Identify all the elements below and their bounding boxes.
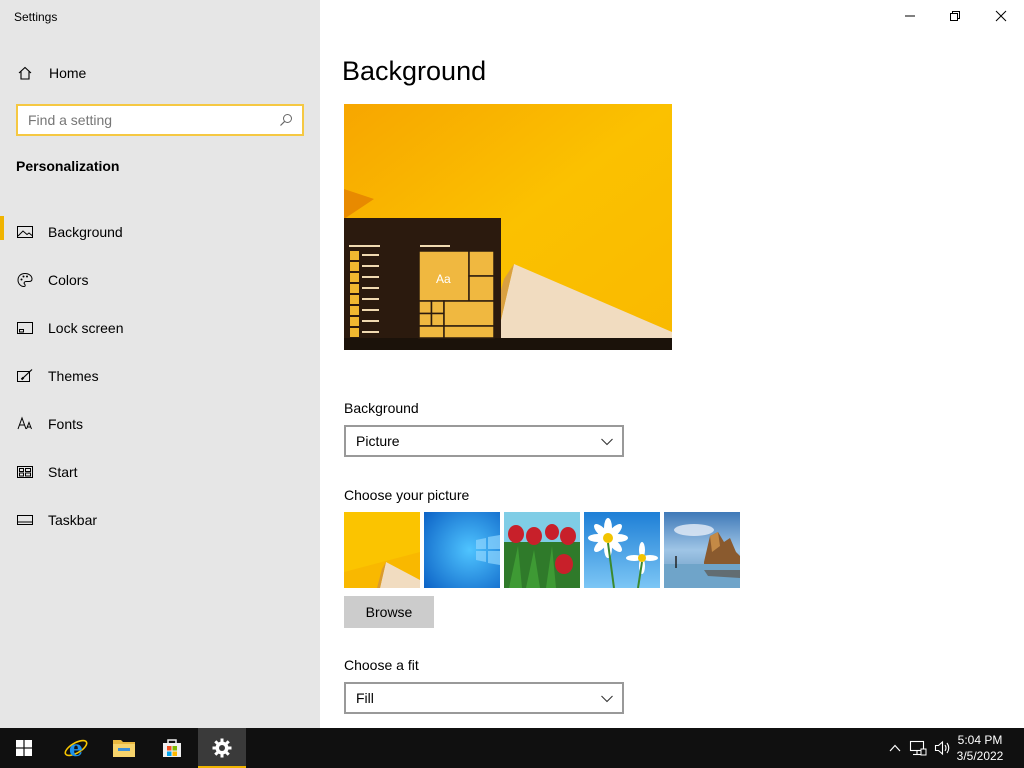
sidebar-item-label: Colors (48, 272, 89, 288)
taskbar-file-explorer[interactable] (100, 728, 148, 768)
clock-date: 3/5/2022 (956, 749, 1004, 763)
background-preview: Aa (344, 104, 672, 350)
browse-button[interactable]: Browse (344, 596, 434, 628)
taskbar-internet-explorer[interactable]: e (52, 728, 100, 768)
sidebar-item-fonts[interactable]: Fonts (0, 400, 320, 448)
close-icon (995, 10, 1007, 22)
start-icon (17, 464, 33, 480)
fonts-icon (17, 416, 33, 432)
background-label: Background (344, 400, 419, 416)
svg-text:e: e (69, 736, 83, 761)
picture-thumb-white-daisies[interactable] (584, 512, 660, 588)
sidebar-item-label: Lock screen (48, 320, 124, 336)
minimize-button[interactable] (887, 0, 933, 32)
sidebar-item-colors[interactable]: Colors (0, 256, 320, 304)
fit-dropdown[interactable]: Fill (344, 682, 624, 714)
network-button[interactable] (906, 728, 930, 768)
show-hidden-icons-button[interactable] (884, 728, 906, 768)
search-icon[interactable] (278, 112, 294, 128)
background-dropdown-value: Picture (356, 433, 400, 449)
internet-explorer-icon: e (64, 736, 88, 761)
taskbar-settings[interactable] (198, 728, 246, 768)
background-dropdown[interactable]: Picture (344, 425, 624, 457)
taskbar-icon (17, 512, 33, 528)
sidebar-item-label: Taskbar (48, 512, 98, 528)
sidebar-item-label: Background (48, 224, 123, 240)
clock-time: 5:04 PM (957, 733, 1003, 747)
gear-icon (212, 738, 232, 758)
folder-icon (113, 740, 135, 757)
sidebar-item-label: Themes (48, 368, 99, 384)
restore-icon (950, 11, 960, 21)
sidebar-item-start[interactable]: Start (0, 448, 320, 496)
sidebar-nav: Background Colors Lock screen Themes Fon… (0, 208, 320, 544)
choose-fit-label: Choose a fit (344, 657, 419, 673)
sidebar-item-lock-screen[interactable]: Lock screen (0, 304, 320, 352)
sidebar-item-themes[interactable]: Themes (0, 352, 320, 400)
home-label: Home (49, 65, 87, 81)
network-icon (909, 740, 927, 756)
picture-thumb-red-tulips[interactable] (504, 512, 580, 588)
fit-dropdown-value: Fill (356, 690, 374, 706)
picture-thumb-windows-blue[interactable] (424, 512, 500, 588)
app-title: Settings (14, 10, 58, 24)
taskbar: e 5:04 PM 3/5/2022 (0, 728, 1024, 768)
choose-picture-label: Choose your picture (344, 487, 470, 503)
sidebar: Settings Home Personalization Background… (0, 0, 320, 728)
lock-screen-icon (17, 320, 33, 336)
home-nav-item[interactable]: Home (0, 58, 320, 88)
chevron-down-icon (601, 695, 613, 703)
preview-tile-text: Aa (436, 272, 451, 286)
store-icon (163, 739, 181, 757)
themes-icon (17, 368, 33, 384)
sidebar-item-taskbar[interactable]: Taskbar (0, 496, 320, 544)
start-button[interactable] (0, 728, 48, 768)
section-title: Personalization (16, 158, 120, 174)
picture-icon (17, 224, 33, 240)
chevron-down-icon (601, 438, 613, 446)
preview-image: Aa (344, 104, 672, 350)
sidebar-item-background[interactable]: Background (0, 208, 320, 256)
home-icon (17, 65, 33, 81)
close-button[interactable] (978, 0, 1024, 32)
picture-thumbnails (344, 512, 740, 588)
picture-thumb-coastal-rocks[interactable] (664, 512, 740, 588)
chevron-up-icon (889, 744, 901, 752)
picture-thumb-yellow-abstract[interactable] (344, 512, 420, 588)
search-box[interactable] (16, 104, 304, 136)
windows-logo-icon (16, 740, 32, 756)
palette-icon (17, 272, 33, 288)
minimize-icon (905, 15, 915, 17)
restore-button[interactable] (932, 0, 978, 32)
taskbar-store[interactable] (148, 728, 196, 768)
sidebar-item-label: Start (48, 464, 78, 480)
search-input[interactable] (28, 112, 268, 128)
taskbar-clock[interactable]: 5:04 PM 3/5/2022 (950, 732, 1010, 764)
page-title: Background (342, 56, 487, 86)
sidebar-item-label: Fonts (48, 416, 84, 432)
